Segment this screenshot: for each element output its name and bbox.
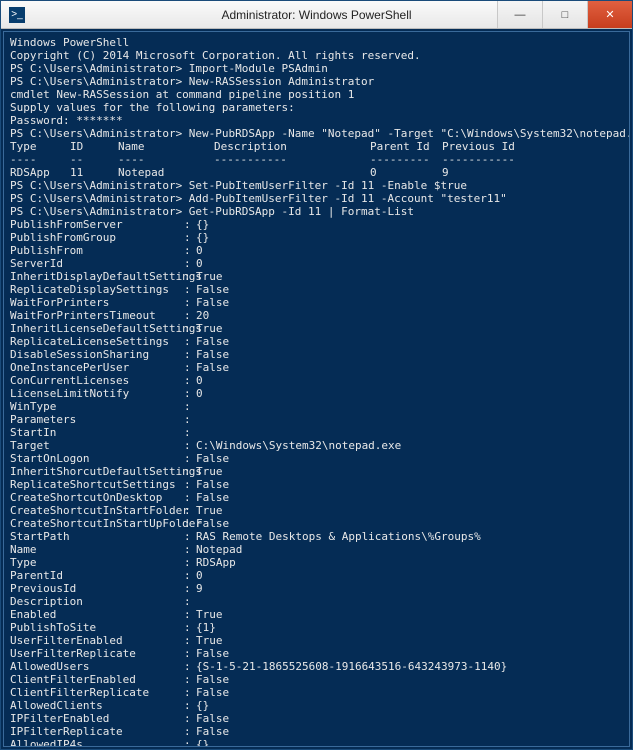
console-output[interactable]: Windows PowerShellCopyright (C) 2014 Mic… [3, 31, 630, 747]
titlebar[interactable]: >_ Administrator: Windows PowerShell — □… [1, 1, 632, 29]
powershell-window: >_ Administrator: Windows PowerShell — □… [0, 0, 633, 750]
maximize-button[interactable]: □ [542, 1, 587, 28]
window-controls: — □ ✕ [497, 1, 632, 28]
powershell-icon: >_ [9, 7, 25, 23]
close-button[interactable]: ✕ [587, 1, 632, 28]
minimize-button[interactable]: — [497, 1, 542, 28]
